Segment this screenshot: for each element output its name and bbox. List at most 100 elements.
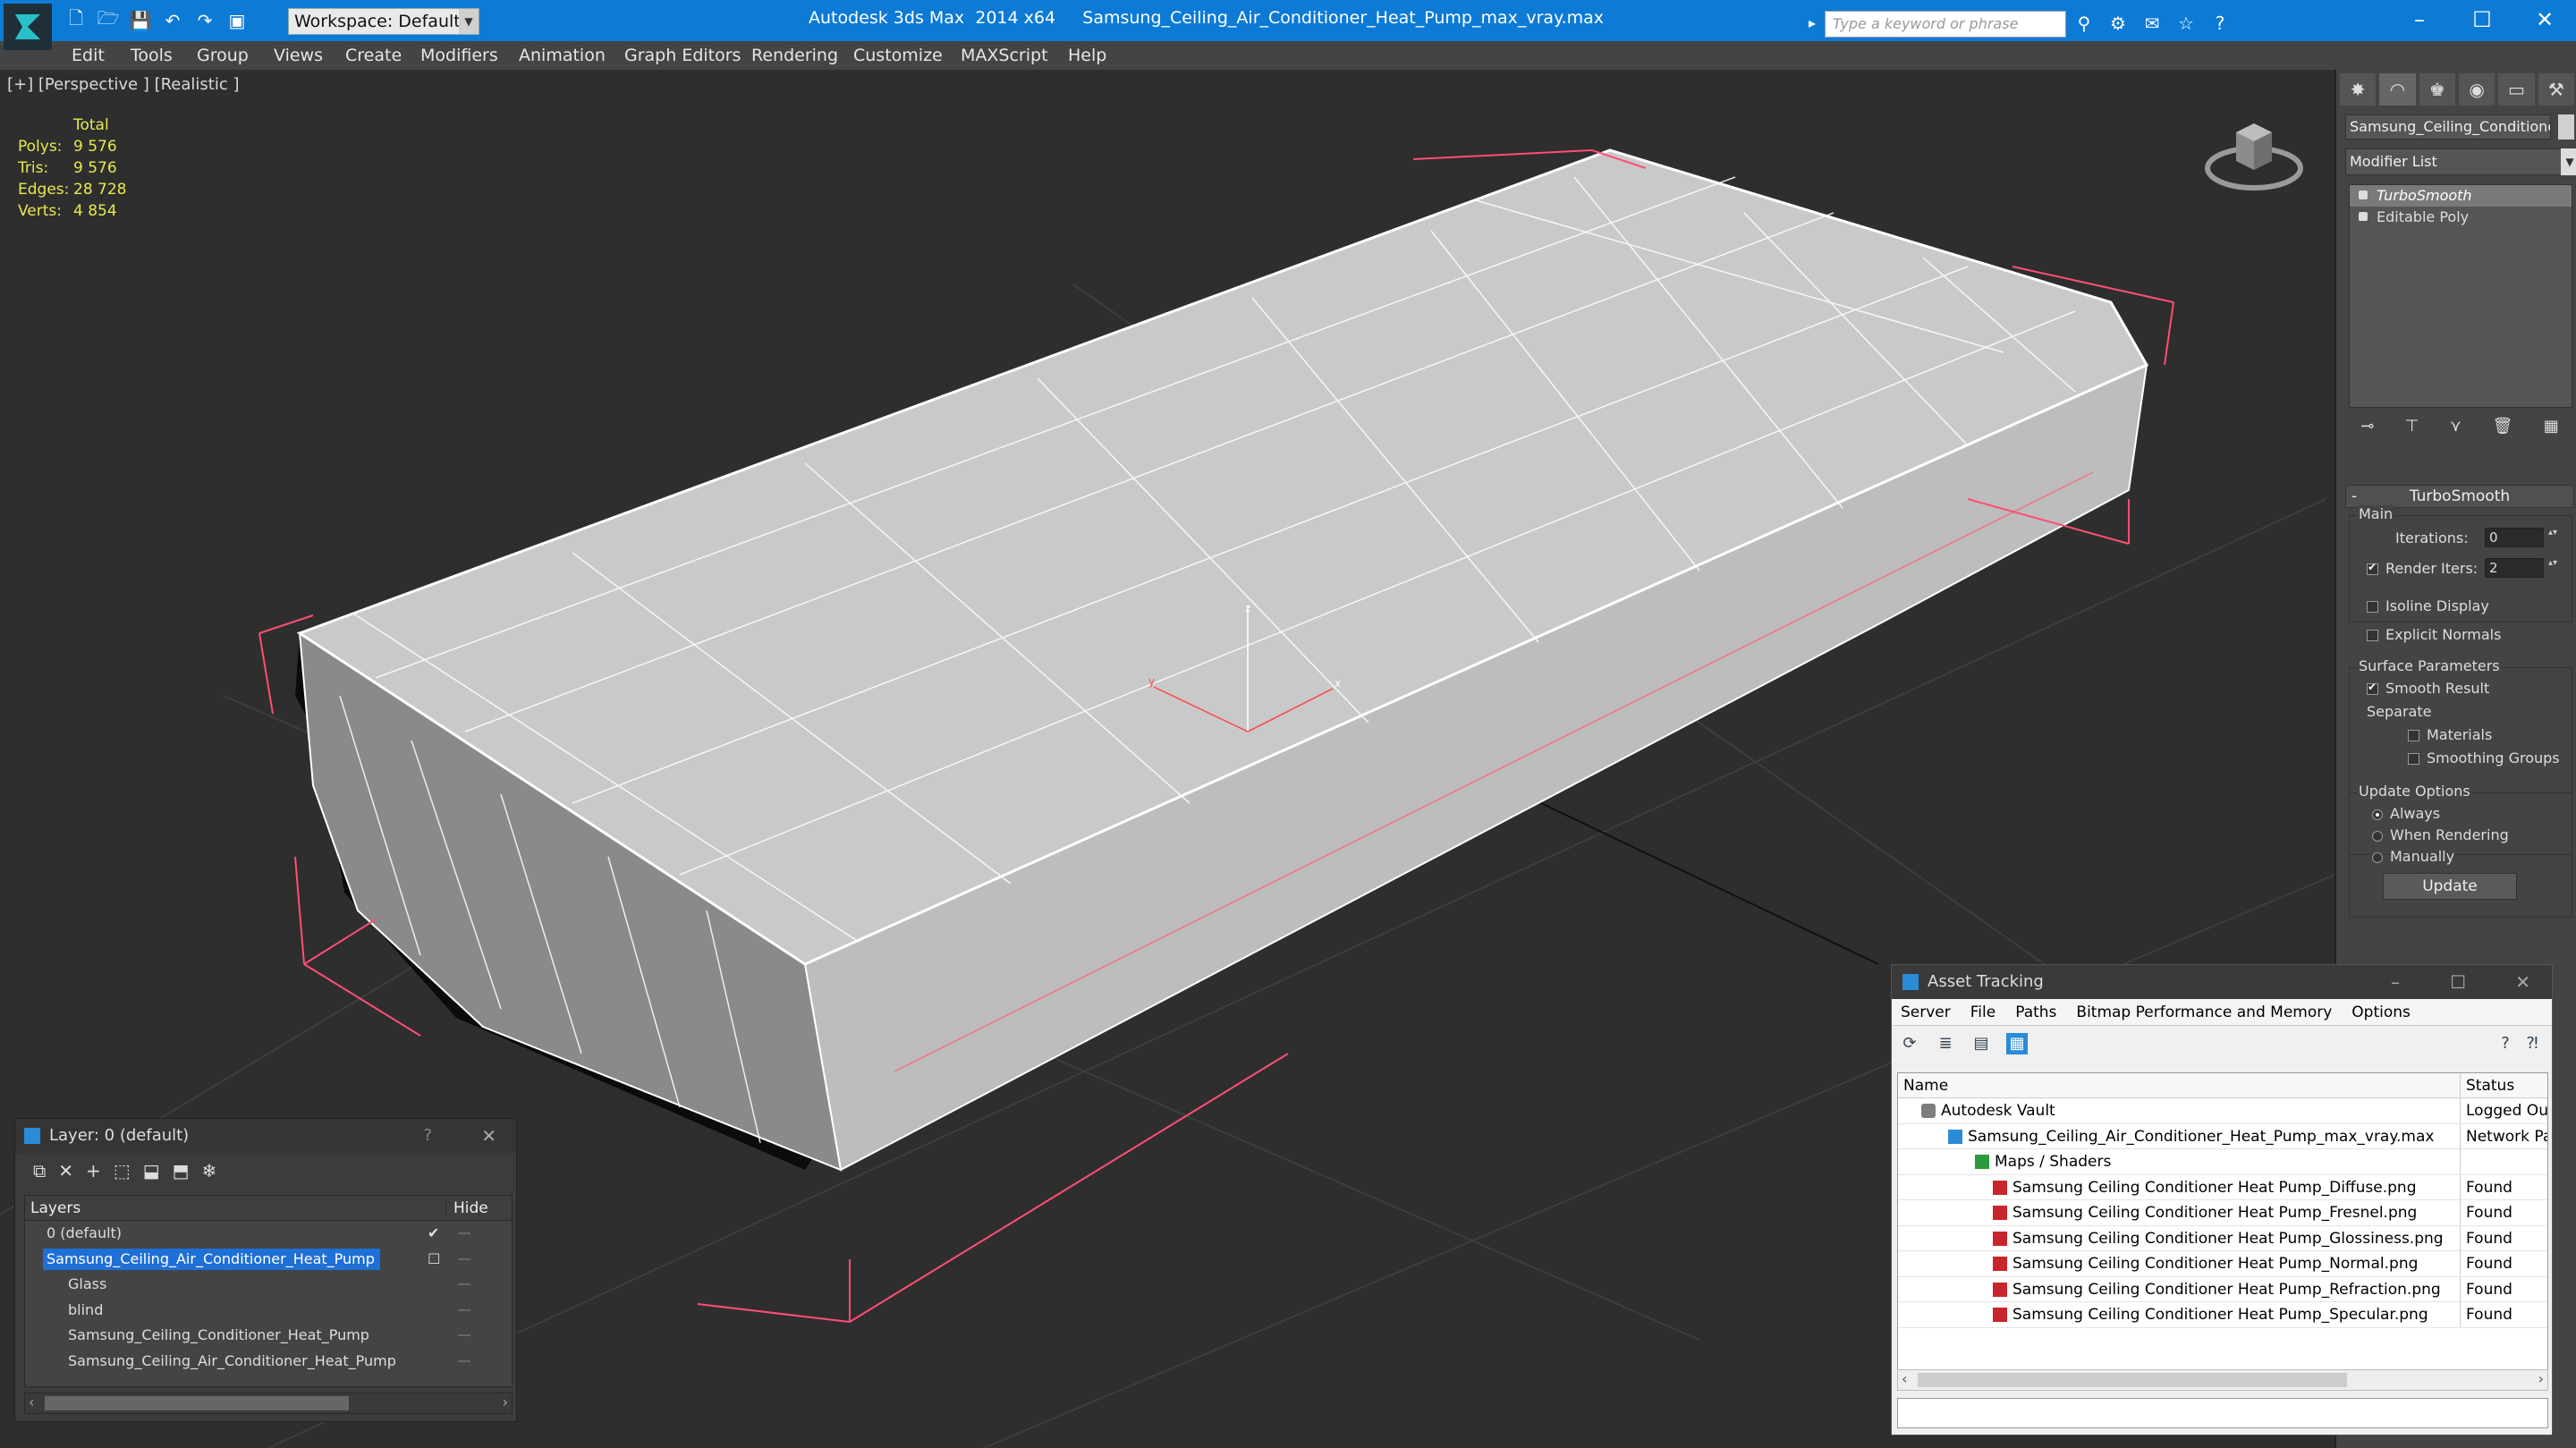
close-icon[interactable]: ✕: [2515, 965, 2530, 999]
menu-help[interactable]: Help: [1068, 46, 1106, 65]
layer-row[interactable]: Samsung_Ceiling_Conditioner_Heat_Pump ―: [25, 1323, 512, 1349]
help-topic-icon[interactable]: ⁈: [2521, 1033, 2543, 1054]
menu-graph-editors[interactable]: Graph Editors: [624, 46, 741, 65]
refresh-icon[interactable]: ⟳: [1899, 1033, 1920, 1054]
maximize-icon[interactable]: ☐: [2450, 965, 2466, 999]
show-end-result-icon[interactable]: ⊤: [2405, 417, 2419, 444]
chevron-down-icon[interactable]: ▼: [459, 9, 479, 34]
help-icon[interactable]: ?: [2495, 1033, 2516, 1054]
set-current-layer-icon[interactable]: ☐: [428, 1247, 440, 1272]
open-file-icon[interactable]: 🗁: [95, 7, 122, 34]
help-icon[interactable]: ?: [2207, 11, 2233, 36]
menu-create[interactable]: Create: [345, 46, 402, 65]
object-name[interactable]: Samsung_Ceiling_Air_Conditioner_Heat_Pum…: [64, 1351, 402, 1372]
layer-row[interactable]: 0 (default) ✔ ―: [25, 1221, 512, 1247]
scroll-left-icon[interactable]: ‹: [29, 1393, 34, 1410]
minimize-icon[interactable]: –: [2391, 965, 2400, 999]
checkbox-icon[interactable]: [2408, 753, 2419, 765]
render-iters-spinner[interactable]: 2: [2485, 558, 2557, 578]
list-view-icon[interactable]: ≣: [1935, 1033, 1956, 1054]
remove-modifier-icon[interactable]: 🗑: [2492, 417, 2512, 444]
menu-server[interactable]: Server: [1901, 999, 1951, 1025]
layer-row[interactable]: Glass ―: [25, 1272, 512, 1298]
hide-toggle[interactable]: ―: [458, 1247, 470, 1272]
checkbox-icon[interactable]: [2367, 630, 2378, 641]
hierarchy-tab-icon[interactable]: ♚: [2419, 73, 2455, 106]
create-tab-icon[interactable]: ✸: [2340, 73, 2377, 106]
asset-row[interactable]: Autodesk Vault Logged Out: [1898, 1098, 2547, 1124]
layer-name[interactable]: Samsung_Ceiling_Air_Conditioner_Heat_Pum…: [43, 1248, 380, 1270]
scroll-thumb[interactable]: [1918, 1373, 2347, 1387]
manually-radio[interactable]: Manually: [2372, 848, 2454, 865]
communication-icon[interactable]: ✉: [2140, 11, 2165, 36]
checkbox-icon[interactable]: [2367, 681, 2378, 695]
hide-toggle[interactable]: ―: [458, 1221, 470, 1246]
menu-rendering[interactable]: Rendering: [751, 46, 838, 65]
layer-row[interactable]: Samsung_Ceiling_Air_Conditioner_Heat_Pum…: [25, 1247, 512, 1273]
layers-column-header[interactable]: Layers: [30, 1199, 80, 1217]
save-file-icon[interactable]: 💾: [127, 7, 154, 34]
pin-stack-icon[interactable]: ⊸: [2360, 417, 2374, 444]
smoothing-groups-checkbox[interactable]: Smoothing Groups: [2408, 749, 2560, 766]
hide-all-layers-icon[interactable]: ⬒: [173, 1160, 190, 1181]
layer-name[interactable]: 0 (default): [43, 1223, 127, 1244]
app-logo-icon[interactable]: [4, 4, 52, 50]
menu-paths[interactable]: Paths: [2015, 999, 2056, 1025]
menu-customize[interactable]: Customize: [853, 46, 943, 65]
menu-bitmap-performance[interactable]: Bitmap Performance and Memory: [2076, 999, 2332, 1025]
materials-checkbox[interactable]: Materials: [2408, 726, 2492, 743]
scroll-thumb[interactable]: [45, 1396, 349, 1410]
new-file-icon[interactable]: 🗋: [63, 7, 89, 34]
project-folder-icon[interactable]: ▣: [224, 7, 250, 34]
layer-panel-title-bar[interactable]: Layer: 0 (default) ? ✕: [15, 1119, 516, 1153]
current-layer-check-icon[interactable]: ✔: [428, 1221, 439, 1246]
asset-row[interactable]: Samsung Ceiling Conditioner Heat Pump_Sp…: [1898, 1302, 2547, 1328]
render-iters-checkbox[interactable]: Render Iters:: [2367, 560, 2478, 577]
object-name-field[interactable]: Samsung_Ceiling_Conditioner: [2345, 114, 2551, 140]
motion-tab-icon[interactable]: ◉: [2458, 73, 2496, 106]
delete-layer-icon[interactable]: ✕: [58, 1160, 73, 1181]
scroll-right-icon[interactable]: ›: [2538, 1370, 2544, 1387]
make-unique-icon[interactable]: ⋎: [2450, 417, 2462, 444]
close-icon[interactable]: ✕: [481, 1119, 496, 1153]
menu-tools[interactable]: Tools: [131, 46, 173, 65]
workspace-select[interactable]: Workspace: Default ▼: [288, 8, 479, 35]
lightbulb-icon[interactable]: [2359, 191, 2368, 199]
undo-icon[interactable]: ↶: [159, 7, 186, 34]
checkbox-icon[interactable]: [2367, 561, 2378, 575]
menu-maxscript[interactable]: MAXScript: [961, 46, 1048, 65]
object-name[interactable]: Samsung_Ceiling_Conditioner_Heat_Pump: [64, 1325, 375, 1346]
search-expand-icon[interactable]: ▸: [1809, 14, 1816, 31]
chevron-down-icon[interactable]: ▼: [2561, 148, 2576, 175]
viewport-label[interactable]: [+] [Perspective ] [Realistic ]: [7, 75, 240, 94]
menu-file[interactable]: File: [1970, 999, 1996, 1025]
configure-modifier-sets-icon[interactable]: ▦: [2544, 417, 2559, 444]
smooth-result-checkbox[interactable]: Smooth Result: [2367, 680, 2489, 697]
layer-row[interactable]: blind ―: [25, 1298, 512, 1324]
checkbox-icon[interactable]: [2367, 601, 2378, 613]
freeze-all-layers-icon[interactable]: ❄: [202, 1160, 217, 1181]
asset-row[interactable]: Samsung_Ceiling_Air_Conditioner_Heat_Pum…: [1898, 1123, 2547, 1149]
stack-item-editable-poly[interactable]: Editable Poly: [2350, 207, 2572, 228]
viewcube-icon[interactable]: [2200, 106, 2308, 204]
update-button[interactable]: Update: [2383, 873, 2517, 900]
new-layer-icon[interactable]: ⧉: [33, 1160, 46, 1181]
scroll-right-icon[interactable]: ›: [503, 1393, 508, 1410]
close-icon[interactable]: ✕: [2513, 0, 2576, 39]
utilities-tab-icon[interactable]: ⚒: [2538, 73, 2574, 106]
redo-icon[interactable]: ↷: [191, 7, 218, 34]
asset-tracking-title-bar[interactable]: Asset Tracking – ☐ ✕: [1892, 965, 2552, 999]
hide-column-header[interactable]: Hide: [445, 1199, 488, 1217]
table-view-icon[interactable]: ▦: [2006, 1033, 2028, 1054]
stack-item-turbosmooth[interactable]: TurboSmooth: [2350, 185, 2572, 207]
subscription-icon[interactable]: ⚙: [2106, 11, 2131, 36]
hide-toggle[interactable]: ―: [458, 1323, 470, 1348]
asset-horizontal-scrollbar[interactable]: ‹ ›: [1897, 1369, 2548, 1391]
object-name[interactable]: blind: [64, 1300, 108, 1321]
asset-row[interactable]: Samsung Ceiling Conditioner Heat Pump_Gl…: [1898, 1225, 2547, 1251]
asset-row[interactable]: Maps / Shaders: [1898, 1149, 2547, 1175]
help-icon[interactable]: ?: [423, 1119, 432, 1153]
asset-path-field[interactable]: [1897, 1398, 2548, 1428]
menu-views[interactable]: Views: [274, 46, 323, 65]
hide-toggle[interactable]: ―: [458, 1298, 470, 1323]
